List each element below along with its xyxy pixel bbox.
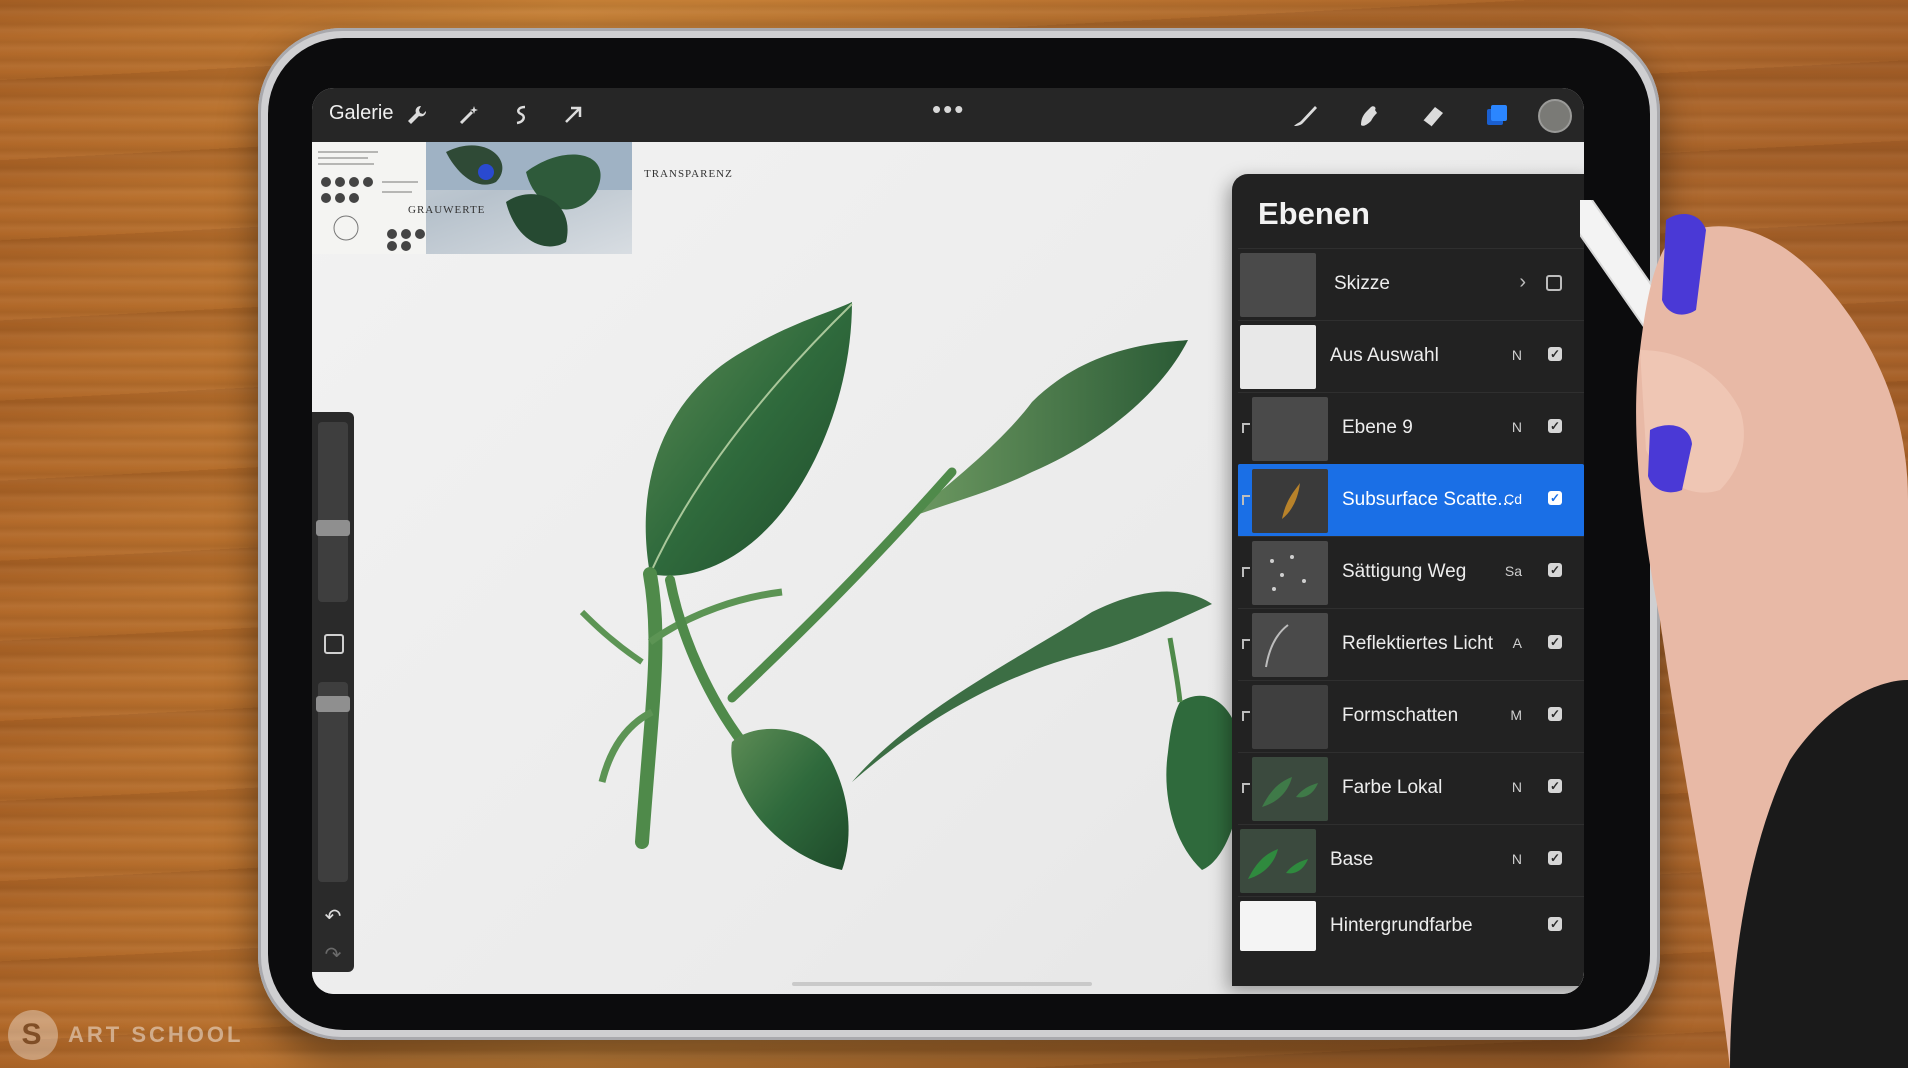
wrench-icon[interactable]: [402, 100, 432, 130]
blend-mode-label[interactable]: N: [1512, 419, 1522, 435]
transform-arrow-icon[interactable]: [558, 100, 588, 130]
layer-thumbnail: [1240, 901, 1316, 951]
layers-panel-title: Ebenen: [1258, 196, 1370, 231]
layer-name: Farbe Lokal: [1342, 777, 1443, 798]
layer-name: Base: [1330, 849, 1374, 870]
blend-mode-label[interactable]: N: [1512, 347, 1522, 363]
layer-thumbnail: [1252, 685, 1328, 749]
layer-thumbnail: [1252, 541, 1328, 605]
watermark-logo: S: [8, 1010, 58, 1060]
layer-name: Formschatten: [1342, 705, 1459, 726]
layer-name: Sättigung Weg: [1342, 561, 1467, 582]
watermark: S ART SCHOOL: [8, 1010, 243, 1060]
layer-thumbnail: [1240, 325, 1316, 389]
layer-visibility-checkbox[interactable]: ✓: [1548, 851, 1562, 865]
undo-icon[interactable]: ↶: [322, 904, 344, 928]
color-picker-button[interactable]: [1538, 99, 1572, 133]
layer-visibility-checkbox[interactable]: ✓: [1548, 563, 1562, 577]
blend-mode-label[interactable]: A: [1513, 635, 1522, 651]
hand-with-pencil: [1580, 200, 1908, 1068]
clipping-mask-icon: [1242, 495, 1250, 505]
layer-row-skizze[interactable]: Skizze ›: [1238, 248, 1584, 321]
watermark-text: ART SCHOOL: [68, 1022, 244, 1047]
layer-row-aus-auswahl[interactable]: Aus Auswahl N ✓: [1238, 320, 1584, 393]
layer-thumbnail: [1240, 253, 1316, 317]
home-indicator: [792, 982, 1092, 986]
layer-name: Aus Auswahl: [1330, 345, 1439, 366]
gallery-button[interactable]: Galerie: [329, 102, 393, 125]
blend-mode-label[interactable]: N: [1512, 779, 1522, 795]
blend-mode-label[interactable]: N: [1512, 851, 1522, 867]
procreate-screen: GRAUWERTE TRANSPARENZ Galerie ••• ↶ ↷ Eb…: [312, 88, 1584, 994]
brush-icon[interactable]: [1290, 100, 1320, 130]
ipad-bezel: GRAUWERTE TRANSPARENZ Galerie ••• ↶ ↷ Eb…: [268, 38, 1650, 1030]
more-options-button[interactable]: •••: [932, 94, 965, 125]
layer-row-subsurface-scattering[interactable]: Subsurface Scatte... Cd ✓: [1238, 464, 1584, 537]
layer-row-hintergrundfarbe[interactable]: Hintergrundfarbe ✓: [1238, 896, 1584, 957]
layer-thumbnail: [1240, 829, 1316, 893]
group-chevron-icon[interactable]: ›: [1519, 271, 1526, 294]
layer-visibility-checkbox[interactable]: ✓: [1548, 347, 1562, 361]
layer-thumbnail: [1252, 757, 1328, 821]
ipad-device: GRAUWERTE TRANSPARENZ Galerie ••• ↶ ↷ Eb…: [258, 28, 1660, 1040]
brush-size-slider[interactable]: [318, 422, 348, 602]
opacity-slider[interactable]: [318, 682, 348, 882]
blend-mode-label[interactable]: Cd: [1504, 491, 1522, 507]
smudge-icon[interactable]: [1354, 100, 1384, 130]
layer-name: Skizze: [1334, 273, 1390, 294]
layers-panel: Ebenen Skizze › Aus Auswahl N ✓ Ebene 9 …: [1232, 174, 1584, 986]
layer-visibility-checkbox[interactable]: [1546, 275, 1562, 291]
layer-row-base[interactable]: Base N ✓: [1238, 824, 1584, 897]
clipping-mask-icon: [1242, 711, 1250, 721]
top-toolbar: Galerie •••: [312, 88, 1584, 142]
clipping-mask-icon: [1242, 423, 1250, 433]
modify-button-icon[interactable]: [324, 634, 344, 654]
layer-visibility-checkbox[interactable]: ✓: [1548, 419, 1562, 433]
clipping-mask-icon: [1242, 783, 1250, 793]
layer-row-formschatten[interactable]: Formschatten M ✓: [1238, 680, 1584, 753]
layer-thumbnail: [1252, 469, 1328, 533]
layer-visibility-checkbox[interactable]: ✓: [1548, 635, 1562, 649]
layer-name: Subsurface Scatte...: [1342, 489, 1514, 510]
layer-visibility-checkbox[interactable]: ✓: [1548, 491, 1562, 505]
left-sidebar: ↶ ↷: [312, 412, 354, 972]
clipping-mask-icon: [1242, 639, 1250, 649]
layer-visibility-checkbox[interactable]: ✓: [1548, 707, 1562, 721]
layer-name: Hintergrundfarbe: [1330, 915, 1473, 936]
layer-visibility-checkbox[interactable]: ✓: [1548, 779, 1562, 793]
blend-mode-label[interactable]: M: [1510, 707, 1522, 723]
opacity-handle[interactable]: [316, 696, 350, 712]
layer-row-reflektiertes-licht[interactable]: Reflektiertes Licht A ✓: [1238, 608, 1584, 681]
redo-icon[interactable]: ↷: [322, 942, 344, 966]
layer-thumbnail: [1252, 397, 1328, 461]
magic-wand-icon[interactable]: [454, 100, 484, 130]
brush-size-handle[interactable]: [316, 520, 350, 536]
selection-icon[interactable]: [506, 100, 536, 130]
layer-name: Reflektiertes Licht: [1342, 633, 1494, 654]
layer-row-farbe-lokal[interactable]: Farbe Lokal N ✓: [1238, 752, 1584, 825]
layer-row-ebene-9[interactable]: Ebene 9 N ✓: [1238, 392, 1584, 465]
layers-icon[interactable]: [1482, 100, 1512, 130]
blend-mode-label[interactable]: Sa: [1505, 563, 1522, 579]
layer-row-saettigung-weg[interactable]: Sättigung Weg Sa ✓: [1238, 536, 1584, 609]
layer-visibility-checkbox[interactable]: ✓: [1548, 917, 1562, 931]
eraser-icon[interactable]: [1418, 100, 1448, 130]
layer-name: Ebene 9: [1342, 417, 1413, 438]
clipping-mask-icon: [1242, 567, 1250, 577]
layer-thumbnail: [1252, 613, 1328, 677]
